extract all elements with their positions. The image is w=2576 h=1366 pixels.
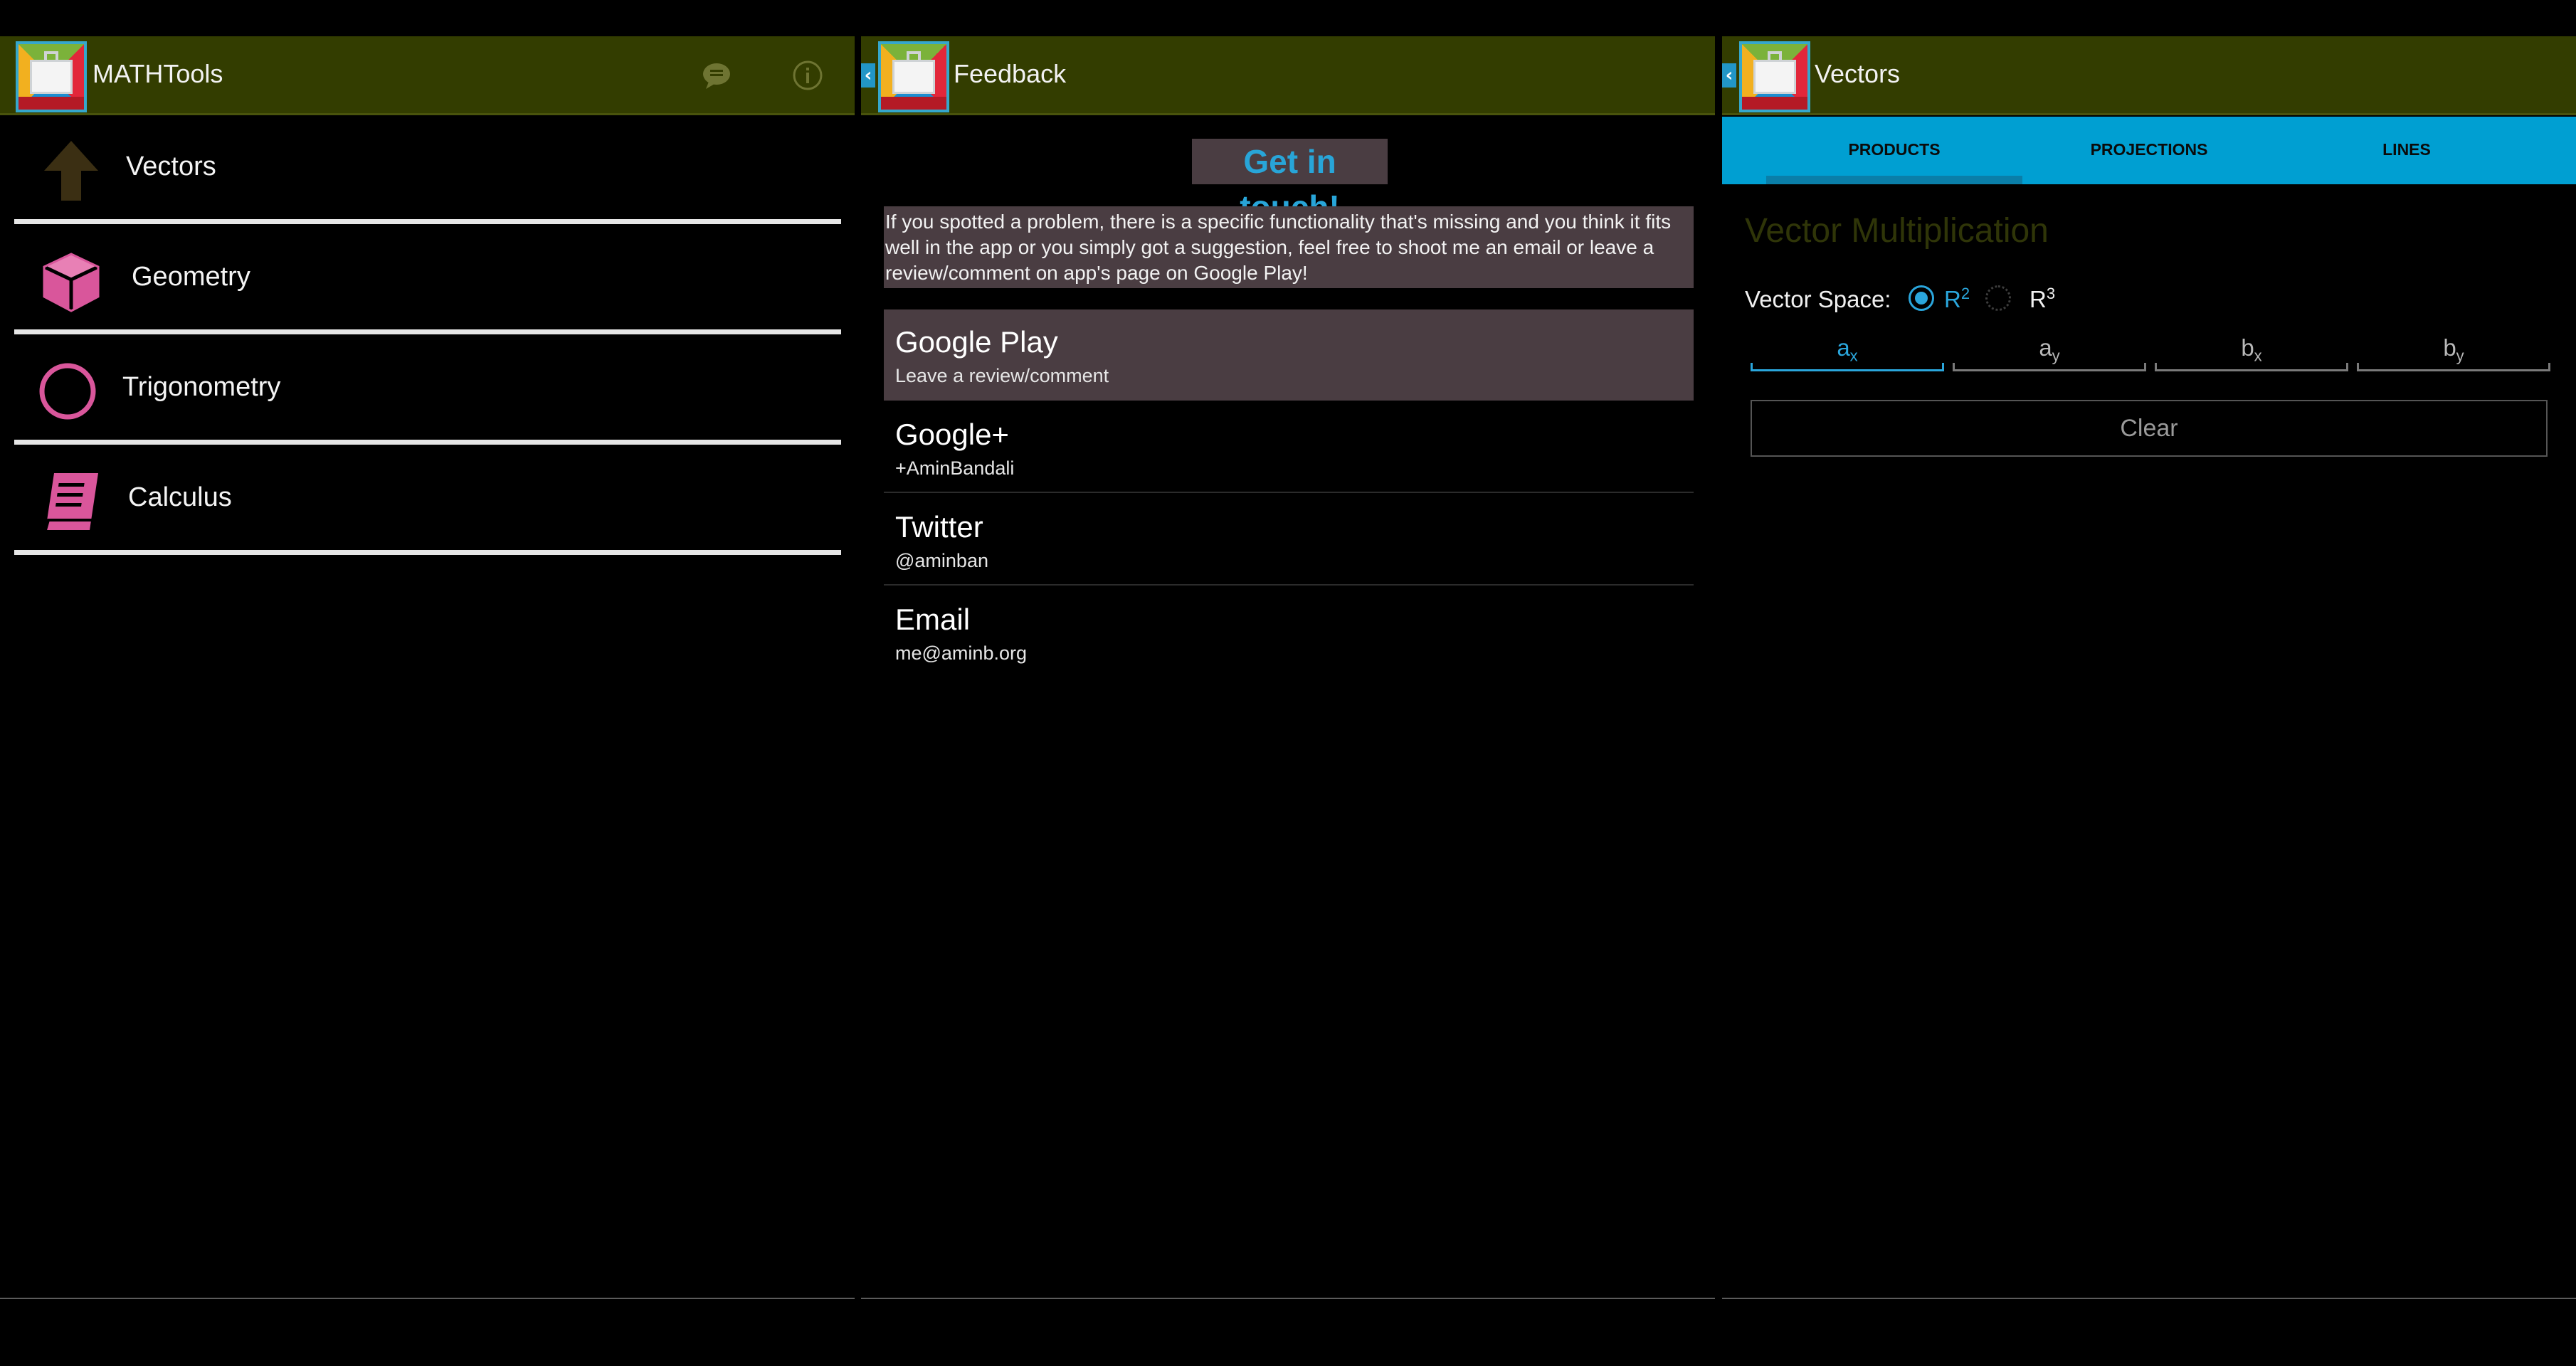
contact-title: Twitter [895,510,983,544]
tab-lines[interactable]: LINES [2279,117,2535,184]
tab-bar: PRODUCTS PROJECTIONS LINES [1722,117,2576,184]
back-chevron-icon[interactable]: ‹ [861,63,875,88]
screen-title: Feedback [954,59,1067,88]
radio-r2-label: R2 [1944,285,1970,312]
heading: Get in touch! [1192,139,1388,226]
clear-button[interactable]: Clear [1751,400,2548,457]
tab-label: LINES [2382,140,2431,159]
vectors-screen: ‹ Vectors PRODUCTS PROJECTIONS LINES Vec… [1722,0,2576,1366]
tab-label: PROJECTIONS [2090,140,2208,159]
divider [0,1298,855,1299]
contact-title: Google+ [895,418,1009,451]
menu-item-calculus[interactable]: Calculus [14,448,841,555]
contact-google-plus[interactable]: Google+ +AminBandali [884,402,1694,493]
divider [1722,1298,2576,1299]
radio-r3-label: R3 [2029,285,2056,312]
contact-subtitle: Leave a review/comment [895,365,1109,386]
action-bar: ‹ Feedback [861,36,1715,115]
app-logo-icon[interactable] [1739,41,1810,112]
vector-space-label: Vector Space: [1745,286,1891,312]
contact-twitter[interactable]: Twitter @aminban [884,494,1694,586]
contact-google-play[interactable]: Google Play Leave a review/comment [884,309,1694,401]
main-menu-screen: MATHTools Vectors Geometry Trigonometry … [0,0,855,1366]
back-chevron-icon[interactable]: ‹ [1722,63,1736,88]
contact-subtitle: @aminban [895,550,988,571]
app-logo-icon[interactable] [16,41,87,112]
feedback-screen: ‹ Feedback Get in touch! If you spotted … [861,0,1715,1366]
menu-item-label: Geometry [132,262,250,292]
radio-r2[interactable] [1909,285,1934,311]
ax-input[interactable]: ax [1751,334,1944,371]
action-bar: MATHTools [0,36,855,115]
action-bar: ‹ Vectors [1722,36,2576,115]
tab-indicator [1766,176,2022,184]
contact-title: Email [895,603,971,636]
contact-title: Google Play [895,325,1058,359]
tab-products[interactable]: PRODUCTS [1766,117,2022,184]
menu-item-geometry[interactable]: Geometry [14,228,841,334]
radio-r3[interactable] [1985,285,2011,311]
app-title: MATHTools [93,59,223,88]
menu-item-label: Trigonometry [122,372,281,402]
menu-item-label: Calculus [128,482,232,512]
intro-text: If you spotted a problem, there is a spe… [884,206,1694,288]
up-arrow-icon [44,141,98,201]
tab-projections[interactable]: PROJECTIONS [2021,117,2277,184]
feedback-icon[interactable] [699,58,734,93]
info-icon[interactable] [790,58,825,93]
ay-input[interactable]: ay [1953,334,2146,371]
contact-subtitle: +AminBandali [895,457,1015,479]
circle-icon [39,363,96,420]
section-title: Vector Multiplication [1745,212,2049,250]
divider [861,1298,1715,1299]
by-input[interactable]: by [2357,334,2550,371]
contact-email[interactable]: Email me@aminb.org [884,587,1694,678]
menu-item-vectors[interactable]: Vectors [14,117,841,224]
screen-title: Vectors [1815,59,1901,88]
menu-item-label: Vectors [126,152,216,181]
contact-subtitle: me@aminb.org [895,642,1027,664]
book-icon [44,473,98,531]
app-logo-icon[interactable] [878,41,949,112]
bx-input[interactable]: bx [2155,334,2348,371]
menu-item-trigonometry[interactable]: Trigonometry [14,338,841,445]
cube-icon [43,253,100,312]
tab-label: PRODUCTS [1848,140,1941,159]
